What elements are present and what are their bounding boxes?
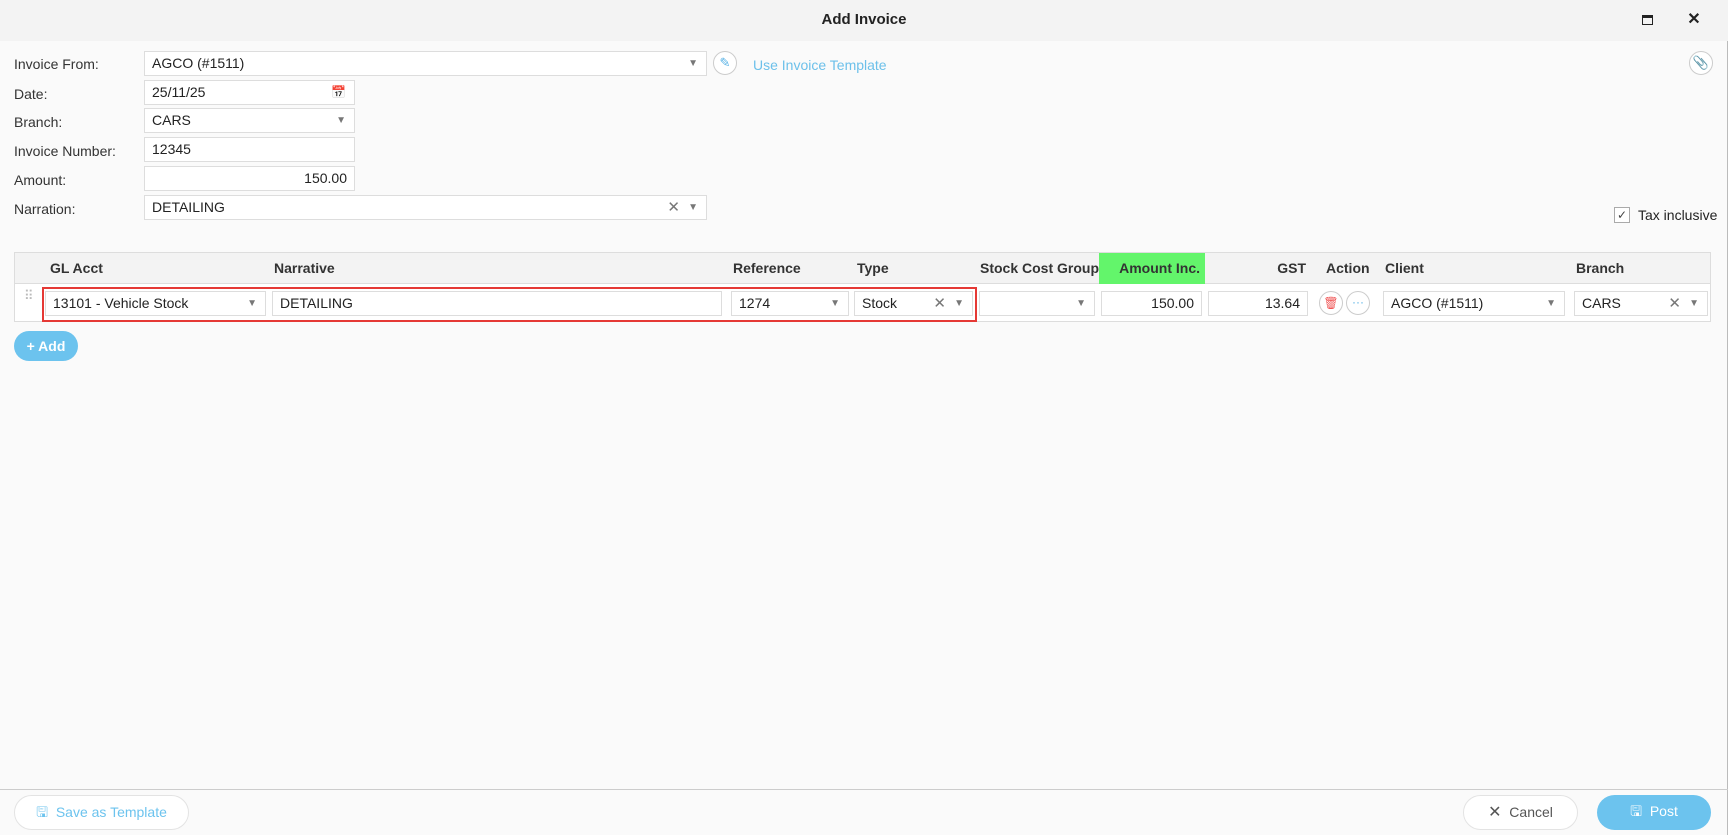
amount-inc-input[interactable]: 150.00 xyxy=(1101,291,1202,316)
gst-input[interactable]: 13.64 xyxy=(1208,291,1308,316)
add-line-button[interactable]: + Add xyxy=(14,331,78,361)
col-stock-cost-group: Stock Cost Group xyxy=(980,260,1100,276)
branch-value: CARS xyxy=(152,112,191,128)
clear-icon[interactable]: ✕ xyxy=(1668,292,1681,315)
delete-icon[interactable]: 🗑 xyxy=(1319,291,1343,315)
post-label: Post xyxy=(1649,803,1678,819)
branch-select[interactable]: CARS ▼ xyxy=(144,108,355,133)
save-as-template-button[interactable]: 🖫 Save as Template xyxy=(14,795,189,830)
cancel-button[interactable]: ✕ Cancel xyxy=(1463,795,1578,830)
col-action: Action xyxy=(1326,260,1370,276)
chevron-down-icon: ▼ xyxy=(1076,298,1086,309)
date-label: Date: xyxy=(14,86,48,102)
tax-inclusive-label: Tax inclusive xyxy=(1638,207,1718,223)
calendar-icon[interactable]: 📅 xyxy=(331,81,346,104)
col-gst: GST xyxy=(1277,260,1306,276)
col-branch: Branch xyxy=(1576,260,1625,276)
save-icon: 🖫 xyxy=(1630,803,1643,819)
invoice-number-input[interactable]: 12345 xyxy=(144,137,355,162)
footer-divider xyxy=(0,789,1728,790)
dialog-title: Add Invoice xyxy=(821,11,907,28)
invoice-from-select[interactable]: AGCO (#1511) ▼ xyxy=(144,51,707,76)
chevron-down-icon: ▼ xyxy=(688,202,698,213)
drag-handle-icon[interactable]: ⠿ xyxy=(24,289,34,302)
narration-select[interactable]: DETAILING ✕ ▼ xyxy=(144,195,707,220)
branch-label: Branch: xyxy=(14,114,63,130)
save-icon: 🖫 xyxy=(36,804,49,820)
row-branch-value: CARS xyxy=(1582,295,1621,311)
row-branch-select[interactable]: CARS ✕ ▼ xyxy=(1574,291,1708,316)
invoice-from-label: Invoice From: xyxy=(14,56,99,72)
chevron-down-icon: ▼ xyxy=(336,115,346,126)
use-invoice-template-link[interactable]: Use Invoice Template xyxy=(753,57,887,73)
date-input[interactable]: 25/11/25 📅 xyxy=(144,80,355,105)
date-value: 25/11/25 xyxy=(152,84,206,100)
col-reference: Reference xyxy=(733,260,801,276)
save-as-template-label: Save as Template xyxy=(55,804,167,820)
maximize-icon[interactable] xyxy=(1637,10,1657,30)
col-client: Client xyxy=(1385,260,1424,276)
client-select[interactable]: AGCO (#1511) ▼ xyxy=(1383,291,1565,316)
narration-label: Narration: xyxy=(14,201,76,217)
col-narrative: Narrative xyxy=(274,260,335,276)
clear-icon[interactable]: ✕ xyxy=(667,196,680,219)
tax-inclusive-checkbox[interactable]: ✓ xyxy=(1614,207,1630,223)
more-options-icon[interactable]: ··· xyxy=(1346,291,1370,315)
col-amount-inc: Amount Inc. xyxy=(1119,260,1200,276)
close-icon: ✕ xyxy=(1488,804,1502,821)
invoice-from-value: AGCO (#1511) xyxy=(152,55,245,71)
col-type: Type xyxy=(857,260,889,276)
cancel-label: Cancel xyxy=(1509,804,1553,820)
chevron-down-icon: ▼ xyxy=(1546,298,1556,309)
close-icon[interactable]: ✕ xyxy=(1684,10,1704,30)
narration-value: DETAILING xyxy=(152,199,225,215)
post-button[interactable]: 🖫 Post xyxy=(1597,795,1711,830)
stock-cost-group-select[interactable]: ▼ xyxy=(979,291,1095,316)
client-value: AGCO (#1511) xyxy=(1391,295,1484,311)
chevron-down-icon: ▼ xyxy=(688,58,698,69)
invoice-number-label: Invoice Number: xyxy=(14,143,116,159)
col-gl-acct: GL Acct xyxy=(50,260,103,276)
chevron-down-icon: ▼ xyxy=(1689,298,1699,309)
edit-icon[interactable]: ✎ xyxy=(713,51,737,75)
amount-label: Amount: xyxy=(14,172,67,188)
paperclip-icon[interactable]: 📎 xyxy=(1689,51,1713,75)
selected-fields-highlight xyxy=(42,287,977,322)
amount-input[interactable]: 150.00 xyxy=(144,166,355,191)
